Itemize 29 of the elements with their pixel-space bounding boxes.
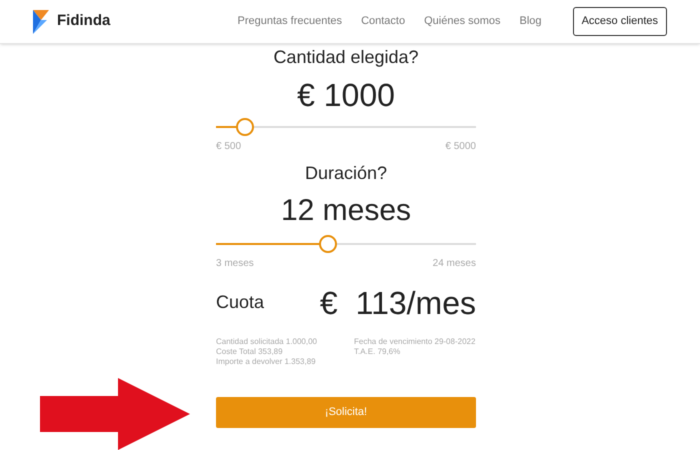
arrow-icon bbox=[40, 378, 190, 450]
slider[interactable] bbox=[216, 116, 476, 136]
slider[interactable] bbox=[216, 234, 476, 254]
loan-detail: Fecha de vencimiento 29-08-2022 bbox=[354, 336, 476, 346]
nav-link[interactable]: Preguntas frecuentes bbox=[237, 13, 342, 30]
question-heading: Duración? bbox=[304, 162, 388, 184]
submit-button[interactable]: ¡Solicita! bbox=[216, 396, 476, 428]
amount-value: € 1000 bbox=[297, 76, 395, 114]
slider-min-label: 3 meses bbox=[216, 256, 254, 270]
login-button[interactable]: Acceso clientes bbox=[572, 7, 667, 36]
slider-max-label: € 5000 bbox=[445, 140, 476, 154]
question-heading: Cantidad elegida? bbox=[273, 46, 419, 68]
loan-detail: Coste Total 353,89 bbox=[216, 346, 284, 356]
slider-min-label: € 500 bbox=[216, 140, 242, 154]
slider-max-label: 24 meses bbox=[432, 256, 476, 270]
brand-name: Fidinda bbox=[57, 11, 110, 32]
loan-detail: Importe a devolver 1.353,89 bbox=[216, 356, 317, 366]
fee-label: Cuota bbox=[216, 291, 264, 314]
loan-detail: Cantidad solicitada 1.000,00 bbox=[216, 336, 318, 346]
nav-link[interactable]: Contacto bbox=[361, 13, 406, 30]
loan-detail: T.A.E. 79,6% bbox=[354, 346, 402, 356]
slider-thumb[interactable] bbox=[318, 234, 337, 252]
currency-symbol: € bbox=[320, 284, 338, 322]
logo-icon bbox=[33, 10, 49, 34]
nav-link[interactable]: Quiénes somos bbox=[424, 13, 501, 30]
nav-link[interactable]: Blog bbox=[520, 13, 542, 30]
fee-value: 113/mes bbox=[356, 284, 476, 322]
duration-value: 12 meses bbox=[280, 193, 412, 229]
slider-thumb[interactable] bbox=[236, 118, 254, 136]
